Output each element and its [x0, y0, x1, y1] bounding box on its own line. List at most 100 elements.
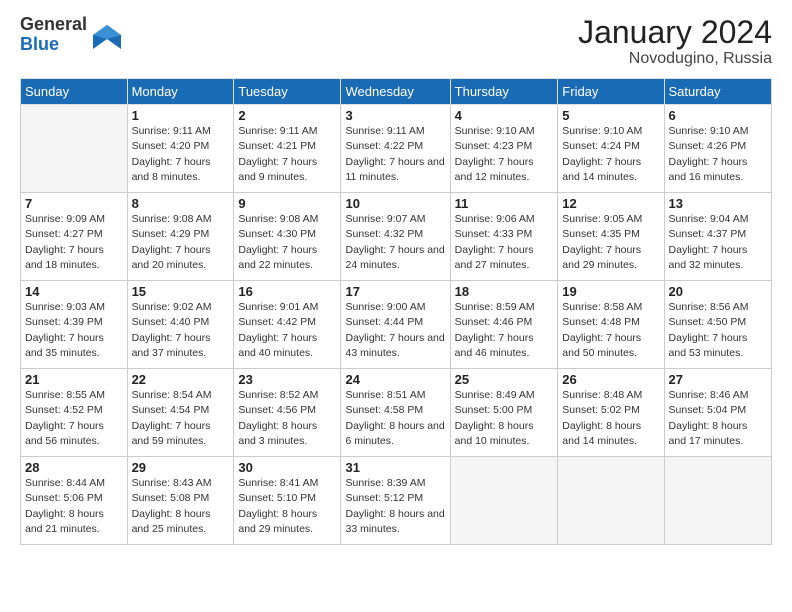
weekday-header-sunday: Sunday — [21, 79, 128, 105]
day-number: 31 — [345, 460, 445, 475]
day-number: 25 — [455, 372, 554, 387]
day-info: Sunrise: 8:48 AMSunset: 5:02 PMDaylight:… — [562, 388, 659, 449]
calendar-cell-2-6: 12Sunrise: 9:05 AMSunset: 4:35 PMDayligh… — [558, 193, 664, 281]
calendar-cell-1-4: 3Sunrise: 9:11 AMSunset: 4:22 PMDaylight… — [341, 105, 450, 193]
day-info: Sunrise: 8:51 AMSunset: 4:58 PMDaylight:… — [345, 388, 445, 449]
day-info: Sunrise: 9:03 AMSunset: 4:39 PMDaylight:… — [25, 300, 123, 361]
day-info: Sunrise: 9:11 AMSunset: 4:22 PMDaylight:… — [345, 124, 445, 185]
calendar-cell-4-6: 26Sunrise: 8:48 AMSunset: 5:02 PMDayligh… — [558, 369, 664, 457]
day-info: Sunrise: 8:39 AMSunset: 5:12 PMDaylight:… — [345, 476, 445, 537]
calendar-cell-2-4: 10Sunrise: 9:07 AMSunset: 4:32 PMDayligh… — [341, 193, 450, 281]
calendar-cell-1-3: 2Sunrise: 9:11 AMSunset: 4:21 PMDaylight… — [234, 105, 341, 193]
calendar-cell-5-6 — [558, 457, 664, 545]
logo-icon — [93, 21, 121, 49]
calendar-cell-3-7: 20Sunrise: 8:56 AMSunset: 4:50 PMDayligh… — [664, 281, 771, 369]
day-number: 21 — [25, 372, 123, 387]
day-info: Sunrise: 9:00 AMSunset: 4:44 PMDaylight:… — [345, 300, 445, 361]
calendar-cell-4-4: 24Sunrise: 8:51 AMSunset: 4:58 PMDayligh… — [341, 369, 450, 457]
calendar-cell-1-1 — [21, 105, 128, 193]
day-number: 26 — [562, 372, 659, 387]
day-number: 5 — [562, 108, 659, 123]
day-number: 12 — [562, 196, 659, 211]
weekday-header-wednesday: Wednesday — [341, 79, 450, 105]
day-number: 20 — [669, 284, 767, 299]
logo-general: General — [20, 15, 87, 35]
calendar-cell-4-1: 21Sunrise: 8:55 AMSunset: 4:52 PMDayligh… — [21, 369, 128, 457]
day-info: Sunrise: 8:56 AMSunset: 4:50 PMDaylight:… — [669, 300, 767, 361]
day-number: 27 — [669, 372, 767, 387]
day-info: Sunrise: 8:59 AMSunset: 4:46 PMDaylight:… — [455, 300, 554, 361]
day-info: Sunrise: 8:49 AMSunset: 5:00 PMDaylight:… — [455, 388, 554, 449]
day-number: 13 — [669, 196, 767, 211]
day-number: 24 — [345, 372, 445, 387]
calendar-cell-1-6: 5Sunrise: 9:10 AMSunset: 4:24 PMDaylight… — [558, 105, 664, 193]
calendar-cell-3-6: 19Sunrise: 8:58 AMSunset: 4:48 PMDayligh… — [558, 281, 664, 369]
logo-blue: Blue — [20, 35, 87, 55]
day-number: 8 — [132, 196, 230, 211]
location: Novodugino, Russia — [578, 50, 772, 68]
day-number: 29 — [132, 460, 230, 475]
week-row-5: 28Sunrise: 8:44 AMSunset: 5:06 PMDayligh… — [21, 457, 772, 545]
calendar-cell-4-5: 25Sunrise: 8:49 AMSunset: 5:00 PMDayligh… — [450, 369, 558, 457]
day-info: Sunrise: 8:54 AMSunset: 4:54 PMDaylight:… — [132, 388, 230, 449]
day-info: Sunrise: 8:41 AMSunset: 5:10 PMDaylight:… — [238, 476, 336, 537]
day-number: 19 — [562, 284, 659, 299]
day-number: 11 — [455, 196, 554, 211]
weekday-header-row: SundayMondayTuesdayWednesdayThursdayFrid… — [21, 79, 772, 105]
calendar-cell-3-2: 15Sunrise: 9:02 AMSunset: 4:40 PMDayligh… — [127, 281, 234, 369]
day-info: Sunrise: 9:10 AMSunset: 4:26 PMDaylight:… — [669, 124, 767, 185]
day-info: Sunrise: 9:08 AMSunset: 4:30 PMDaylight:… — [238, 212, 336, 273]
calendar-cell-2-2: 8Sunrise: 9:08 AMSunset: 4:29 PMDaylight… — [127, 193, 234, 281]
day-number: 16 — [238, 284, 336, 299]
day-info: Sunrise: 8:52 AMSunset: 4:56 PMDaylight:… — [238, 388, 336, 449]
calendar-cell-1-5: 4Sunrise: 9:10 AMSunset: 4:23 PMDaylight… — [450, 105, 558, 193]
page-container: General Blue January 2024 Novodugino, Ru… — [0, 0, 792, 555]
calendar-cell-2-5: 11Sunrise: 9:06 AMSunset: 4:33 PMDayligh… — [450, 193, 558, 281]
calendar-cell-3-1: 14Sunrise: 9:03 AMSunset: 4:39 PMDayligh… — [21, 281, 128, 369]
day-number: 18 — [455, 284, 554, 299]
day-number: 22 — [132, 372, 230, 387]
calendar-cell-5-7 — [664, 457, 771, 545]
day-info: Sunrise: 9:10 AMSunset: 4:23 PMDaylight:… — [455, 124, 554, 185]
day-number: 1 — [132, 108, 230, 123]
day-number: 3 — [345, 108, 445, 123]
day-info: Sunrise: 9:08 AMSunset: 4:29 PMDaylight:… — [132, 212, 230, 273]
calendar-cell-5-1: 28Sunrise: 8:44 AMSunset: 5:06 PMDayligh… — [21, 457, 128, 545]
day-number: 4 — [455, 108, 554, 123]
month-year: January 2024 — [578, 15, 772, 50]
calendar-cell-1-7: 6Sunrise: 9:10 AMSunset: 4:26 PMDaylight… — [664, 105, 771, 193]
weekday-header-thursday: Thursday — [450, 79, 558, 105]
calendar-cell-4-3: 23Sunrise: 8:52 AMSunset: 4:56 PMDayligh… — [234, 369, 341, 457]
day-number: 23 — [238, 372, 336, 387]
calendar-cell-5-5 — [450, 457, 558, 545]
header: General Blue January 2024 Novodugino, Ru… — [20, 15, 772, 68]
weekday-header-tuesday: Tuesday — [234, 79, 341, 105]
title-block: January 2024 Novodugino, Russia — [578, 15, 772, 68]
day-info: Sunrise: 8:58 AMSunset: 4:48 PMDaylight:… — [562, 300, 659, 361]
week-row-1: 1Sunrise: 9:11 AMSunset: 4:20 PMDaylight… — [21, 105, 772, 193]
calendar-cell-4-7: 27Sunrise: 8:46 AMSunset: 5:04 PMDayligh… — [664, 369, 771, 457]
day-info: Sunrise: 9:02 AMSunset: 4:40 PMDaylight:… — [132, 300, 230, 361]
calendar-cell-1-2: 1Sunrise: 9:11 AMSunset: 4:20 PMDaylight… — [127, 105, 234, 193]
day-number: 10 — [345, 196, 445, 211]
calendar-cell-2-3: 9Sunrise: 9:08 AMSunset: 4:30 PMDaylight… — [234, 193, 341, 281]
day-info: Sunrise: 9:10 AMSunset: 4:24 PMDaylight:… — [562, 124, 659, 185]
day-number: 7 — [25, 196, 123, 211]
calendar-cell-3-5: 18Sunrise: 8:59 AMSunset: 4:46 PMDayligh… — [450, 281, 558, 369]
calendar-cell-4-2: 22Sunrise: 8:54 AMSunset: 4:54 PMDayligh… — [127, 369, 234, 457]
day-info: Sunrise: 9:05 AMSunset: 4:35 PMDaylight:… — [562, 212, 659, 273]
day-info: Sunrise: 9:09 AMSunset: 4:27 PMDaylight:… — [25, 212, 123, 273]
calendar-table: SundayMondayTuesdayWednesdayThursdayFrid… — [20, 78, 772, 545]
day-info: Sunrise: 9:11 AMSunset: 4:21 PMDaylight:… — [238, 124, 336, 185]
day-info: Sunrise: 8:44 AMSunset: 5:06 PMDaylight:… — [25, 476, 123, 537]
day-info: Sunrise: 8:46 AMSunset: 5:04 PMDaylight:… — [669, 388, 767, 449]
day-info: Sunrise: 9:11 AMSunset: 4:20 PMDaylight:… — [132, 124, 230, 185]
day-number: 6 — [669, 108, 767, 123]
week-row-3: 14Sunrise: 9:03 AMSunset: 4:39 PMDayligh… — [21, 281, 772, 369]
calendar-cell-5-3: 30Sunrise: 8:41 AMSunset: 5:10 PMDayligh… — [234, 457, 341, 545]
calendar-cell-2-7: 13Sunrise: 9:04 AMSunset: 4:37 PMDayligh… — [664, 193, 771, 281]
calendar-cell-5-4: 31Sunrise: 8:39 AMSunset: 5:12 PMDayligh… — [341, 457, 450, 545]
day-number: 14 — [25, 284, 123, 299]
logo: General Blue — [20, 15, 121, 55]
calendar-cell-2-1: 7Sunrise: 9:09 AMSunset: 4:27 PMDaylight… — [21, 193, 128, 281]
